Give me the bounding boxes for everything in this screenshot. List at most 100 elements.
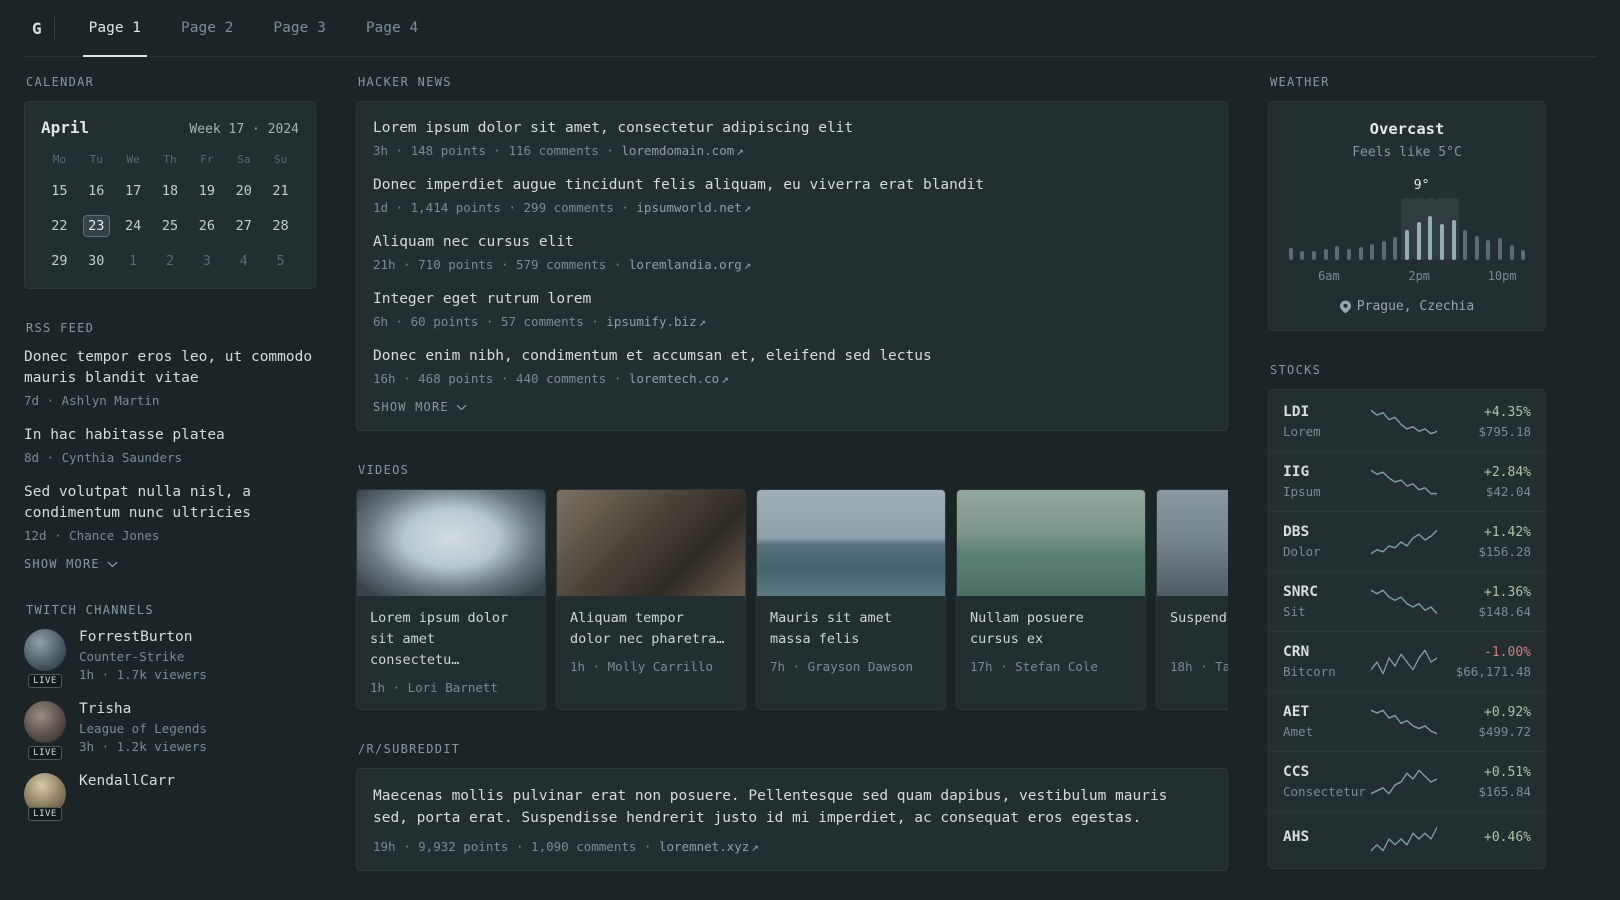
hn-item: Donec enim nibh, condimentum et accumsan… <box>373 346 1211 386</box>
calendar-date[interactable]: 29 <box>46 250 73 272</box>
weather-bar <box>1285 198 1297 260</box>
subreddit-header: /R/SUBREDDIT <box>358 741 461 756</box>
hn-item-title[interactable]: Integer eget rutrum lorem <box>373 289 1211 310</box>
rss-item-title[interactable]: In hac habitasse platea <box>24 425 316 446</box>
calendar-date[interactable]: 25 <box>156 215 183 237</box>
calendar-date[interactable]: 19 <box>193 180 220 202</box>
external-link-icon: ↗ <box>698 314 707 330</box>
stock-row[interactable]: IIG Ipsum +2.84% $42.04 <box>1269 451 1545 511</box>
calendar-date[interactable]: 23 <box>82 215 110 237</box>
twitch-avatar-wrap: LIVE <box>24 701 66 761</box>
hn-item-domain-link[interactable]: loremdomain.com <box>621 143 734 158</box>
hn-item-domain-link[interactable]: ipsumworld.net <box>636 200 741 215</box>
hn-item-domain-link[interactable]: loremlandia.org <box>629 257 742 272</box>
stock-sparkline <box>1371 527 1437 557</box>
calendar-date[interactable]: 3 <box>193 250 220 272</box>
calendar-date[interactable]: 1 <box>120 250 147 272</box>
stock-row[interactable]: CRN Bitcorn -1.00% $66,171.48 <box>1269 631 1545 691</box>
video-thumbnail <box>357 490 545 597</box>
hn-show-more-button[interactable]: SHOW MORE <box>373 400 467 414</box>
calendar-date[interactable]: 2 <box>156 250 183 272</box>
hn-item-domain-link[interactable]: ipsumify.biz <box>606 314 696 329</box>
stock-row[interactable]: DBS Dolor +1.42% $156.28 <box>1269 511 1545 571</box>
video-title: Aliquam tempor dolor nec pharetra… <box>570 610 725 647</box>
live-badge: LIVE <box>28 807 62 822</box>
video-thumbnail <box>957 490 1145 597</box>
weather-card: Overcast Feels like 5°C 9° 6am 2pm 10pm <box>1268 101 1546 331</box>
app-logo[interactable]: G <box>24 19 54 38</box>
video-card[interactable]: Lorem ipsum dolor sit amet consectetu… 1… <box>356 489 546 710</box>
page-tab[interactable]: Page 3 <box>267 0 331 56</box>
stock-row[interactable]: AET Amet +0.92% $499.72 <box>1269 691 1545 751</box>
calendar-dow-row: Mo Tu We Th Fr Sa Su <box>41 153 299 168</box>
stock-values: +4.35% $795.18 <box>1437 405 1531 439</box>
stock-change: +0.92% <box>1484 704 1531 720</box>
hn-item-title[interactable]: Aliquam nec cursus elit <box>373 232 1211 253</box>
videos-row: Lorem ipsum dolor sit amet consectetu… 1… <box>356 489 1228 710</box>
video-thumbnail <box>757 490 945 597</box>
calendar-date[interactable]: 28 <box>267 215 294 237</box>
video-card[interactable]: Aliquam tempor dolor nec pharetra… 1h · … <box>556 489 746 710</box>
twitch-channel[interactable]: LIVE KendallCarr <box>24 773 316 822</box>
calendar-date[interactable]: 15 <box>46 180 73 202</box>
stock-row[interactable]: AHS +0.46% <box>1269 811 1545 866</box>
calendar-dow: We <box>126 153 140 166</box>
hn-item-title[interactable]: Donec imperdiet augue tincidunt felis al… <box>373 175 1211 196</box>
weather-bar <box>1483 198 1495 260</box>
stock-row[interactable]: SNRC Sit +1.36% $148.64 <box>1269 571 1545 631</box>
hn-item-meta: 1d · 1,414 points · 299 comments · ipsum… <box>373 200 1211 215</box>
weather-bar <box>1308 198 1320 260</box>
calendar-date[interactable]: 21 <box>267 180 294 202</box>
page-tab[interactable]: Page 4 <box>360 0 424 56</box>
calendar-date[interactable]: 26 <box>193 215 220 237</box>
video-card[interactable]: Nullam posuere cursus ex 17h · Stefan Co… <box>956 489 1146 710</box>
twitch-channel[interactable]: LIVE Trisha League of Legends 3h · 1.2k … <box>24 701 316 761</box>
subreddit-widget: /R/SUBREDDIT Maecenas mollis pulvinar er… <box>356 742 1228 871</box>
hn-item-stats: 3h · 148 points · 116 comments · <box>373 143 622 159</box>
video-meta: 18h · Tara <box>1170 659 1228 675</box>
rss-item-meta: 12d · Chance Jones <box>24 528 160 544</box>
calendar-date[interactable]: 16 <box>83 180 110 202</box>
hn-item-title[interactable]: Lorem ipsum dolor sit amet, consectetur … <box>373 118 1211 139</box>
calendar-date[interactable]: 18 <box>156 180 183 202</box>
rss-item-meta: 8d · Cynthia Saunders <box>24 450 183 466</box>
calendar-date[interactable]: 4 <box>230 250 257 272</box>
calendar-date[interactable]: 30 <box>83 250 110 272</box>
video-meta: 1h · Lori Barnett <box>370 679 498 695</box>
stock-row[interactable]: LDI Lorem +4.35% $795.18 <box>1269 392 1545 451</box>
sparkline-chart <box>1371 469 1437 494</box>
hn-item-domain-link[interactable]: loremtech.co <box>629 371 719 386</box>
weather-bar <box>1494 198 1506 260</box>
stock-sparkline <box>1371 824 1437 854</box>
weather-bar <box>1447 198 1460 260</box>
calendar-date[interactable]: 27 <box>230 215 257 237</box>
sparkline-chart <box>1371 589 1437 614</box>
rss-item-title[interactable]: Donec tempor eros leo, ut commodo mauris… <box>24 347 316 389</box>
stock-name: Sit <box>1283 604 1306 619</box>
weather-bar <box>1471 198 1483 260</box>
rss-item-title[interactable]: Sed volutpat nulla nisl, a condimentum n… <box>24 482 316 524</box>
twitch-widget: TWITCH CHANNELS LIVE ForrestBurton Count… <box>24 603 316 822</box>
stock-row[interactable]: CCS Consectetur +0.51% $165.84 <box>1269 751 1545 811</box>
hn-item-title[interactable]: Donec enim nibh, condimentum et accumsan… <box>373 346 1211 367</box>
calendar-date[interactable]: 17 <box>120 180 147 202</box>
twitch-channel-meta: 1h · 1.7k viewers <box>79 667 207 683</box>
rss-show-more-button[interactable]: SHOW MORE <box>24 557 118 571</box>
video-card[interactable]: Mauris sit amet massa felis 7h · Grayson… <box>756 489 946 710</box>
calendar-date[interactable]: 5 <box>267 250 294 272</box>
stock-price: $42.04 <box>1485 483 1531 499</box>
video-card[interactable]: Suspendisse diam 18h · Tara <box>1156 489 1228 710</box>
avatar <box>24 701 66 744</box>
location-pin-icon <box>1339 300 1351 313</box>
page-tab[interactable]: Page 1 <box>82 0 148 57</box>
calendar-date[interactable]: 20 <box>230 180 257 202</box>
twitch-channel-info: Trisha League of Legends 3h · 1.2k viewe… <box>79 701 207 754</box>
twitch-channel[interactable]: LIVE ForrestBurton Counter-Strike 1h · 1… <box>24 629 316 689</box>
stock-name: Bitcorn <box>1283 664 1336 679</box>
reddit-post-title[interactable]: Maecenas mollis pulvinar erat non posuer… <box>373 785 1211 830</box>
reddit-post-domain-link[interactable]: loremnet.xyz <box>659 839 749 854</box>
sparkline-chart <box>1371 769 1437 794</box>
calendar-date[interactable]: 22 <box>46 215 73 237</box>
page-tab[interactable]: Page 2 <box>175 0 239 56</box>
calendar-date[interactable]: 24 <box>120 215 147 237</box>
